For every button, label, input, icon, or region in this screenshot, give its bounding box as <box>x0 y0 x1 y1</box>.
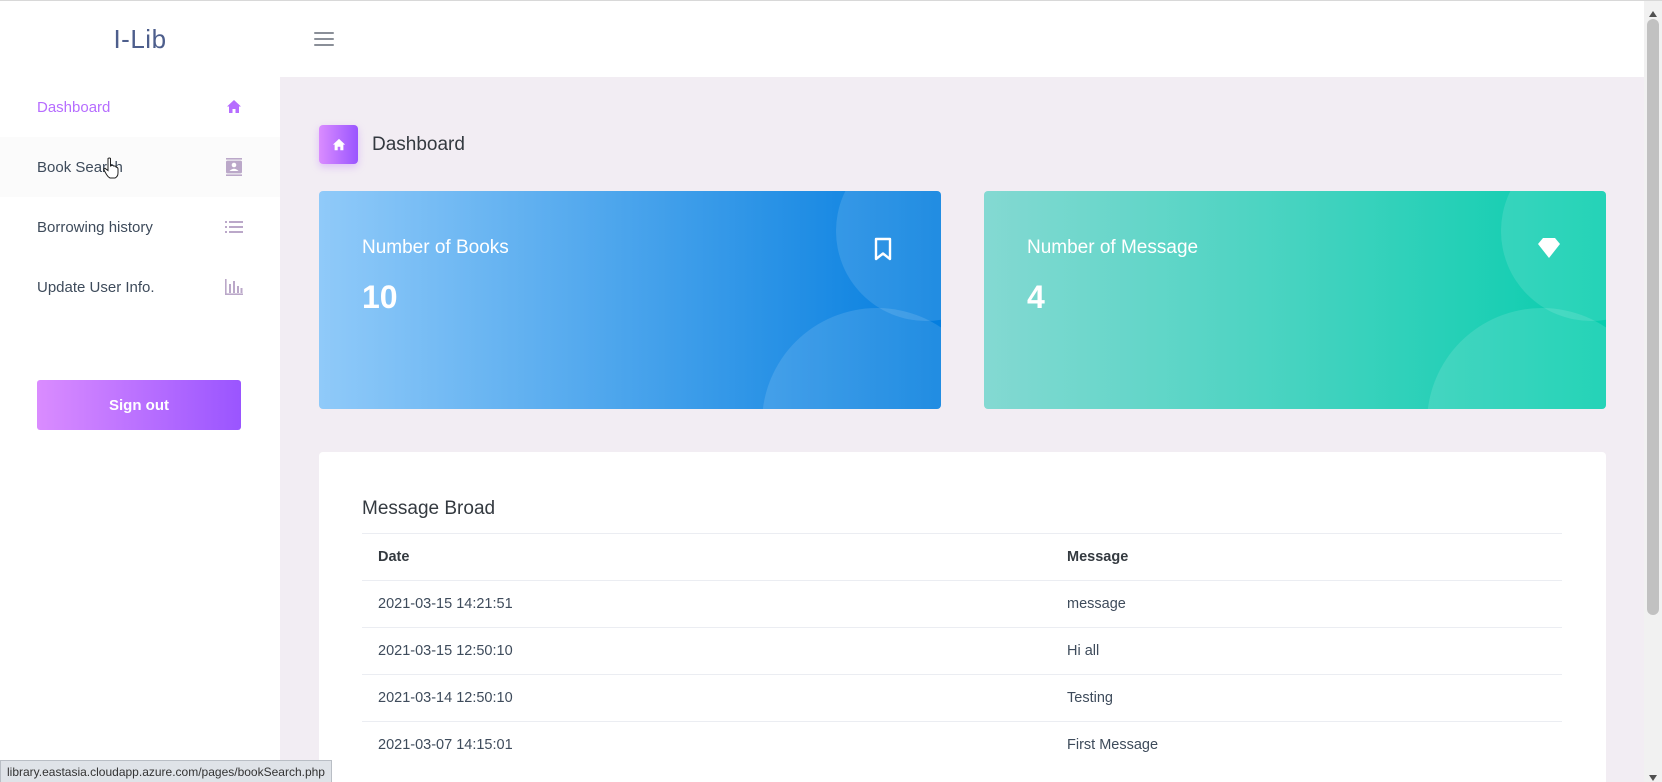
sidebar-item-update-user-info[interactable]: Update User Info. <box>0 257 280 317</box>
message-table: Date Message 2021-03-15 14:21:51 message… <box>362 533 1562 769</box>
scrollbar-thumb[interactable] <box>1647 19 1659 615</box>
message-board-card: Message Broad Date Message 2021-03-15 14… <box>319 452 1606 782</box>
main-content: Dashboard Number of Books 10 Number of M… <box>280 77 1644 782</box>
cell-date: 2021-03-15 14:21:51 <box>362 580 1051 628</box>
cell-date: 2021-03-15 12:50:10 <box>362 627 1051 675</box>
hand-cursor-icon <box>103 157 119 179</box>
link-status-bar: library.eastasia.cloudapp.azure.com/page… <box>0 760 332 782</box>
page-header: Dashboard <box>319 125 465 164</box>
sidebar-item-dashboard[interactable]: Dashboard <box>0 77 280 137</box>
app-window: I-Lib Dashboard Book Search Borrowing hi… <box>0 0 1662 782</box>
stat-label: Number of Message <box>1027 237 1199 258</box>
cell-message: Hi all <box>1051 627 1562 675</box>
stat-value: 10 <box>362 279 398 315</box>
page-title: Dashboard <box>372 133 465 155</box>
cell-date: 2021-03-14 12:50:10 <box>362 674 1051 722</box>
stat-label: Number of Books <box>362 237 509 258</box>
bookmark-icon <box>872 237 896 261</box>
vertical-scrollbar[interactable] <box>1644 1 1662 782</box>
column-header-date: Date <box>362 533 1051 581</box>
column-header-message: Message <box>1051 533 1562 581</box>
cell-message: message <box>1051 580 1562 628</box>
table-header-row: Date Message <box>362 533 1562 581</box>
cell-message: First Message <box>1051 721 1562 769</box>
stat-value: 4 <box>1027 279 1045 315</box>
menu-toggle-icon[interactable] <box>312 29 336 49</box>
table-row: 2021-03-14 12:50:10 Testing <box>362 674 1562 722</box>
top-navbar: I-Lib <box>0 1 1644 77</box>
home-icon <box>319 125 358 164</box>
cell-message: Testing <box>1051 674 1562 722</box>
table-row: 2021-03-15 14:21:51 message <box>362 580 1562 628</box>
sidebar: Dashboard Book Search Borrowing history <box>0 77 280 782</box>
sidebar-item-label: Borrowing history <box>37 218 153 236</box>
diamond-icon <box>1537 237 1561 261</box>
stat-card-messages: Number of Message 4 <box>984 191 1606 409</box>
brand-logo[interactable]: I-Lib <box>0 1 280 77</box>
table-row: 2021-03-15 12:50:10 Hi all <box>362 627 1562 675</box>
scroll-down-icon[interactable] <box>1648 769 1658 781</box>
message-board-title: Message Broad <box>362 498 496 519</box>
sidebar-item-label: Dashboard <box>37 98 111 116</box>
sidebar-item-borrowing-history[interactable]: Borrowing history <box>0 197 280 257</box>
home-icon <box>225 98 243 116</box>
sidebar-item-label: Update User Info. <box>37 278 155 296</box>
cell-date: 2021-03-07 14:15:01 <box>362 721 1051 769</box>
contacts-icon <box>225 158 243 176</box>
scroll-up-icon[interactable] <box>1648 5 1658 17</box>
bar-chart-icon <box>225 278 243 296</box>
sign-out-button[interactable]: Sign out <box>37 380 241 430</box>
sidebar-item-book-search[interactable]: Book Search <box>0 137 280 197</box>
table-row: 2021-03-07 14:15:01 First Message <box>362 721 1562 769</box>
stat-card-books: Number of Books 10 <box>319 191 941 409</box>
list-icon <box>225 218 243 236</box>
